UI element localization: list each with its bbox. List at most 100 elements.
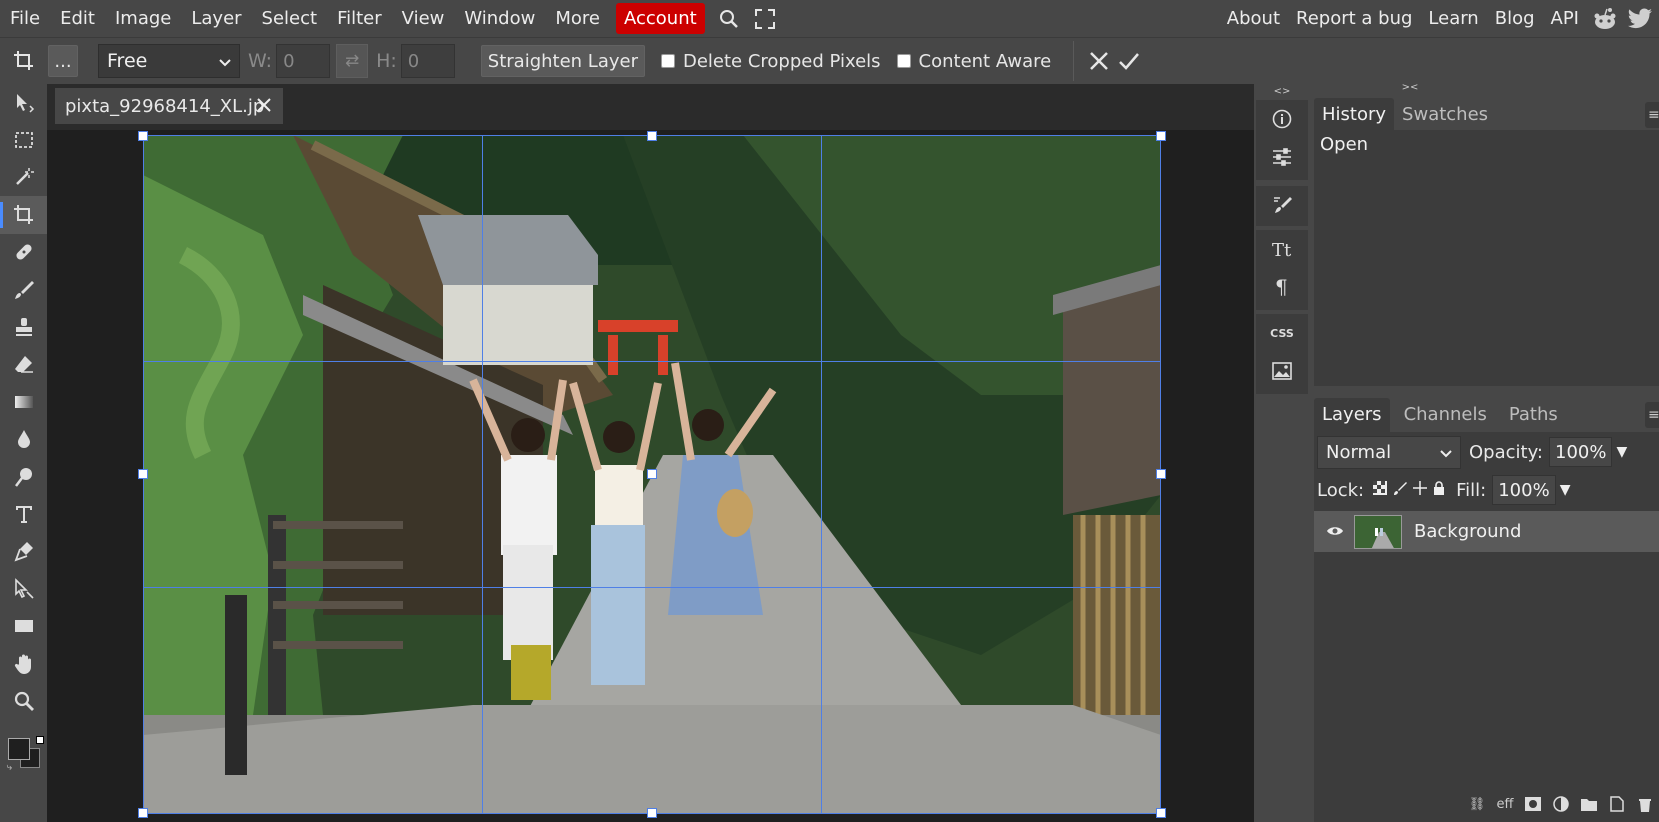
shape-tool[interactable] [0, 607, 47, 644]
panel-menu-icon[interactable]: ≡ [1645, 102, 1659, 128]
delete-cropped-pixels-checkbox[interactable]: Delete Cropped Pixels [660, 51, 881, 72]
blur-tool[interactable] [0, 421, 47, 458]
tab-layers[interactable]: Layers [1314, 398, 1390, 432]
layer-effects-icon[interactable]: eff [1495, 794, 1515, 814]
checkbox-box[interactable] [896, 54, 911, 68]
color-swatches[interactable]: ⤷ [0, 720, 47, 780]
aspect-ratio-select[interactable]: Free [98, 44, 240, 78]
folder-icon[interactable] [1579, 794, 1599, 814]
foreground-background-colors[interactable]: ⤷ [6, 730, 44, 773]
menu-filter[interactable]: Filter [327, 0, 392, 37]
menu-file[interactable]: File [0, 0, 50, 37]
tab-history[interactable]: History [1314, 98, 1395, 132]
new-layer-icon[interactable] [1607, 794, 1627, 814]
menu-more[interactable]: More [545, 0, 610, 37]
expand-panels-toggle[interactable]: <> [1254, 86, 1310, 97]
panel-menu-icon[interactable]: ≡ [1645, 402, 1659, 428]
dodge-tool[interactable] [0, 458, 47, 495]
layer-row[interactable]: Background [1314, 511, 1659, 552]
lock-all-icon[interactable] [1433, 480, 1445, 500]
search-icon[interactable] [711, 0, 747, 37]
tool-presets-button[interactable]: ... [48, 45, 78, 77]
menu-window[interactable]: Window [454, 0, 545, 37]
zoom-tool[interactable] [0, 682, 47, 719]
info-icon[interactable] [1256, 100, 1308, 138]
checkbox-box[interactable] [660, 54, 675, 68]
height-input[interactable]: 0 [400, 44, 455, 78]
crop-tool[interactable] [0, 196, 47, 234]
healing-tool[interactable] [0, 234, 47, 271]
crop-handle-top-left[interactable] [138, 131, 148, 141]
move-tool[interactable] [0, 84, 47, 121]
brush-tool[interactable] [0, 271, 47, 308]
menu-image[interactable]: Image [105, 0, 181, 37]
css-icon[interactable]: CSS [1256, 314, 1308, 352]
crop-handle-bottom-left[interactable] [138, 808, 148, 818]
layers-panel-tabs: Layers Channels Paths ≡ [1310, 392, 1659, 432]
lock-pixels-icon[interactable] [1393, 480, 1408, 500]
opacity-dropdown-icon[interactable]: ▼ [1616, 444, 1627, 460]
path-select-tool[interactable] [0, 570, 47, 607]
gradient-tool[interactable] [0, 383, 47, 420]
hand-tool[interactable] [0, 645, 47, 682]
fullscreen-icon[interactable] [747, 0, 783, 37]
character-icon[interactable]: Tt [1256, 230, 1308, 268]
adjustment-layer-icon[interactable] [1551, 794, 1571, 814]
close-icon[interactable] [253, 94, 275, 116]
account-button[interactable]: Account [615, 3, 705, 34]
straighten-layer-button[interactable]: Straighten Layer [480, 45, 645, 77]
trash-icon[interactable] [1635, 794, 1655, 814]
history-item[interactable]: Open [1314, 130, 1659, 159]
menu-select[interactable]: Select [252, 0, 328, 37]
canvas-area[interactable] [47, 130, 1254, 822]
width-input[interactable]: 0 [276, 44, 331, 78]
swap-colors-icon[interactable]: ⤷ [7, 762, 13, 773]
brush-settings-icon[interactable] [1256, 186, 1308, 224]
link-report-bug[interactable]: Report a bug [1288, 8, 1420, 29]
lock-transparency-icon[interactable] [1373, 480, 1388, 500]
crop-handle-top[interactable] [647, 131, 657, 141]
link-learn[interactable]: Learn [1420, 8, 1486, 29]
crop-handle-bottom-right[interactable] [1156, 808, 1166, 818]
tab-swatches[interactable]: Swatches [1394, 98, 1496, 132]
layer-mask-icon[interactable] [1523, 794, 1543, 814]
foreground-color-swatch[interactable] [7, 737, 30, 760]
crop-handle-top-right[interactable] [1156, 131, 1166, 141]
type-tool[interactable] [0, 495, 47, 532]
menu-edit[interactable]: Edit [50, 0, 105, 37]
fill-input[interactable]: 100% [1492, 475, 1556, 505]
document-tab[interactable]: pixta_92968414_XL.jp [55, 88, 283, 124]
crop-handle-right[interactable] [1156, 469, 1166, 479]
link-api[interactable]: API [1543, 8, 1587, 29]
default-colors-icon[interactable] [35, 735, 44, 744]
crop-handle-center[interactable] [647, 469, 657, 479]
marquee-tool[interactable] [0, 121, 47, 158]
blend-mode-select[interactable]: Normal [1317, 435, 1461, 469]
link-blog[interactable]: Blog [1487, 8, 1543, 29]
eye-icon[interactable] [1326, 522, 1344, 542]
lock-position-icon[interactable] [1413, 480, 1428, 500]
menu-layer[interactable]: Layer [181, 0, 251, 37]
pen-tool[interactable] [0, 533, 47, 570]
content-aware-checkbox[interactable]: Content Aware [896, 51, 1051, 72]
twitter-icon[interactable] [1623, 0, 1659, 37]
reddit-icon[interactable] [1587, 0, 1623, 37]
paragraph-icon[interactable]: ¶ [1256, 268, 1308, 306]
eraser-tool[interactable] [0, 346, 47, 383]
menu-view[interactable]: View [392, 0, 455, 37]
link-layers-icon[interactable]: ⛓ [1467, 794, 1487, 814]
opacity-input[interactable]: 100% [1549, 437, 1613, 467]
image-icon[interactable] [1256, 352, 1308, 390]
cancel-crop-icon[interactable] [1084, 43, 1114, 80]
swap-dimensions-icon[interactable]: ⇄ [336, 44, 369, 78]
magic-wand-tool[interactable] [0, 159, 47, 196]
tab-channels[interactable]: Channels [1396, 398, 1495, 432]
link-about[interactable]: About [1219, 8, 1288, 29]
fill-dropdown-icon[interactable]: ▼ [1560, 482, 1571, 498]
crop-handle-bottom[interactable] [647, 808, 657, 818]
crop-handle-left[interactable] [138, 469, 148, 479]
adjustments-icon[interactable] [1256, 138, 1308, 176]
stamp-tool[interactable] [0, 308, 47, 345]
commit-crop-icon[interactable] [1114, 43, 1144, 80]
tab-paths[interactable]: Paths [1501, 398, 1566, 432]
